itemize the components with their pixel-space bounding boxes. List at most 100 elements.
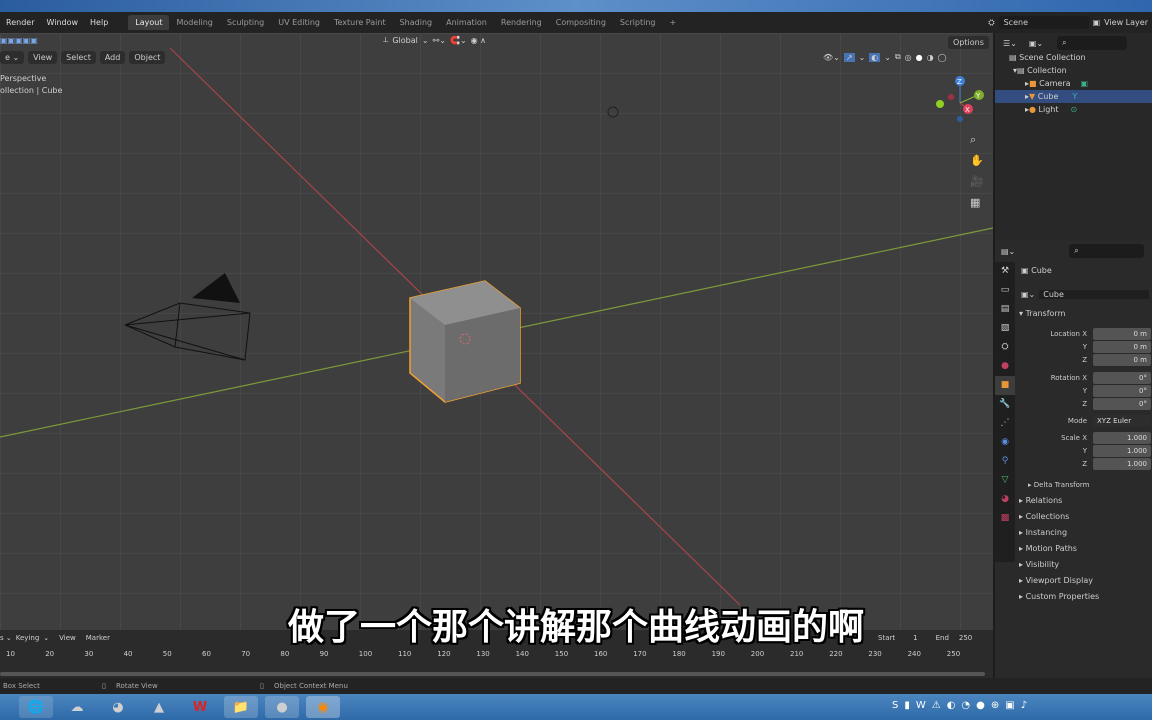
frame-tick-label: 10 xyxy=(6,650,15,658)
pivot-icon[interactable]: ⚯⌄ xyxy=(433,36,446,45)
material-tab-icon[interactable]: ◕ xyxy=(995,490,1015,509)
panel-instancing[interactable]: ▸ Instancing xyxy=(1019,528,1067,537)
menu-select[interactable]: Select xyxy=(61,51,96,64)
tab-animation[interactable]: Animation xyxy=(439,15,494,30)
chrome-taskbar-icon[interactable]: 🌐 xyxy=(19,696,53,718)
scale-z-field[interactable]: 1.000 xyxy=(1093,458,1151,470)
scene-selector[interactable]: Scene xyxy=(998,16,1089,29)
data-tab-icon[interactable]: ▽ xyxy=(995,471,1015,490)
ortho-grid-icon[interactable]: ▦ xyxy=(970,192,984,213)
shading-wireframe-icon[interactable]: ◎ xyxy=(905,53,912,62)
tab-shading[interactable]: Shading xyxy=(393,15,440,30)
tool-tab-icon[interactable]: ⚒ xyxy=(995,262,1015,281)
outliner-collection[interactable]: ▾ ▤ Collection xyxy=(1013,64,1067,77)
rotation-z-field[interactable]: 0° xyxy=(1093,398,1151,410)
scene-canvas[interactable]: Z Y X xyxy=(0,33,993,630)
obs-taskbar-icon[interactable]: ● xyxy=(265,696,299,718)
outliner-scene-collection[interactable]: ▤ Scene Collection xyxy=(1009,51,1086,64)
add-workspace-button[interactable]: + xyxy=(662,15,683,30)
object-type-icon[interactable]: ▣⌄ xyxy=(1021,290,1035,299)
panel-relations[interactable]: ▸ Relations xyxy=(1019,496,1062,505)
tab-rendering[interactable]: Rendering xyxy=(494,15,549,30)
colorful-app-taskbar-icon[interactable]: ◕ xyxy=(101,696,135,718)
delta-transform-subpanel[interactable]: ▸ Delta Transform xyxy=(1028,481,1089,489)
tab-layout[interactable]: Layout xyxy=(128,15,170,30)
outliner-item-cube[interactable]: ▸ ▼ Cube Y xyxy=(995,90,1152,103)
camera-view-icon[interactable]: 🎥 xyxy=(970,171,984,192)
3d-viewport[interactable]: Z Y X ▣▣▣▣▣ ⟂ Global ⌄ ⚯⌄ 🧲⌄ ◉ ∧ e ⌄ View… xyxy=(0,33,993,630)
pan-hand-icon[interactable]: ✋ xyxy=(970,150,984,171)
zoom-icon[interactable]: ⌕ xyxy=(970,129,984,150)
tab-scripting[interactable]: Scripting xyxy=(613,15,663,30)
properties-search[interactable]: ⌕ xyxy=(1069,244,1145,258)
transform-panel-header[interactable]: ▾ Transform xyxy=(1019,309,1065,318)
overlay-toggle-icon[interactable]: ◐ xyxy=(869,52,881,62)
filter-icon[interactable]: ▣⌄ xyxy=(1029,39,1043,48)
menu-view[interactable]: View xyxy=(28,51,58,64)
shading-rendered-icon[interactable]: ◯ xyxy=(938,53,947,62)
editor-type-icon[interactable]: ▤⌄ xyxy=(1001,247,1015,256)
transform-orientation-select[interactable]: Global xyxy=(392,36,418,45)
shading-material-icon[interactable]: ◑ xyxy=(927,53,934,62)
outliner-item-camera[interactable]: ▸ ■ Camera ▣ xyxy=(1025,77,1088,90)
scale-x-field[interactable]: 1.000 xyxy=(1093,432,1151,444)
proportional-edit-icon[interactable]: ◉ ∧ xyxy=(471,36,486,45)
file-explorer-taskbar-icon[interactable]: 📁 xyxy=(224,696,258,718)
display-mode-icon[interactable]: ☰⌄ xyxy=(1003,39,1017,48)
menu-window[interactable]: Window xyxy=(40,18,84,27)
xray-icon[interactable]: ⧉ xyxy=(895,52,901,62)
menu-help[interactable]: Help xyxy=(84,18,114,27)
view-layer-tab-icon[interactable]: ▧ xyxy=(995,319,1015,338)
menu-render[interactable]: Render xyxy=(0,18,40,27)
scene-icon[interactable]: ⛭ xyxy=(988,18,994,28)
menu-object[interactable]: Object xyxy=(129,51,166,64)
modifier-tab-icon[interactable]: 🔧 xyxy=(995,395,1015,414)
shading-solid-icon[interactable]: ● xyxy=(916,53,923,62)
timeline-scrollbar[interactable] xyxy=(0,672,985,676)
frame-ruler[interactable]: 10 20 30 40 50 60 70 80 90 100 110 120 130 140 150 160 1… xyxy=(0,650,993,662)
panel-collections[interactable]: ▸ Collections xyxy=(1019,512,1069,521)
rotation-y-field[interactable]: 0° xyxy=(1093,385,1151,397)
interaction-mode-select[interactable]: e ⌄ xyxy=(0,51,25,64)
menu-add[interactable]: Add xyxy=(99,51,126,64)
visibility-icon[interactable]: 👁⌄ xyxy=(823,53,840,62)
select-mode-icons[interactable]: ▣▣▣▣▣ xyxy=(0,36,38,45)
render-tab-icon[interactable]: ▭ xyxy=(995,281,1015,300)
snap-icon[interactable]: 🧲⌄ xyxy=(450,36,467,45)
wps-taskbar-icon[interactable]: W xyxy=(183,696,217,718)
location-y-field[interactable]: 0 m xyxy=(1093,341,1151,353)
view-layer-selector[interactable]: View Layer xyxy=(1104,18,1152,27)
world-tab-icon[interactable]: ● xyxy=(995,357,1015,376)
panel-viewport-display[interactable]: ▸ Viewport Display xyxy=(1019,576,1093,585)
tab-texture-paint[interactable]: Texture Paint xyxy=(327,15,393,30)
rotation-mode-select[interactable]: XYZ Euler xyxy=(1093,415,1151,427)
view-info-collection: ollection | Cube xyxy=(0,86,63,95)
tab-compositing[interactable]: Compositing xyxy=(549,15,613,30)
scale-y-field[interactable]: 1.000 xyxy=(1093,445,1151,457)
gizmo-toggle-icon[interactable]: ↗ xyxy=(843,52,855,62)
view-layer-icon[interactable]: ▣ xyxy=(1093,18,1101,27)
physics-tab-icon[interactable]: ◉ xyxy=(995,433,1015,452)
rotation-x-field[interactable]: 0° xyxy=(1093,372,1151,384)
outliner-search[interactable]: ⌕ xyxy=(1057,36,1128,50)
texture-tab-icon[interactable]: ▩ xyxy=(995,509,1015,528)
panel-motion-paths[interactable]: ▸ Motion Paths xyxy=(1019,544,1077,553)
system-tray-icons[interactable]: S▮W⚠◐◔●⊕▣♪ xyxy=(892,700,1033,711)
tab-sculpting[interactable]: Sculpting xyxy=(220,15,271,30)
object-name-field[interactable]: Cube xyxy=(1039,290,1150,299)
particles-tab-icon[interactable]: ⋰ xyxy=(995,414,1015,433)
blender-taskbar-icon[interactable]: ◉ xyxy=(306,696,340,718)
vlc-taskbar-icon[interactable]: ▲ xyxy=(142,696,176,718)
output-tab-icon[interactable]: ▤ xyxy=(995,300,1015,319)
location-z-field[interactable]: 0 m xyxy=(1093,354,1151,366)
object-tab-icon[interactable]: ■ xyxy=(995,376,1015,395)
constraints-tab-icon[interactable]: ⚲ xyxy=(995,452,1015,471)
tab-uv-editing[interactable]: UV Editing xyxy=(271,15,327,30)
outliner-item-light[interactable]: ▸ ● Light ⊙ xyxy=(1025,103,1077,116)
options-button[interactable]: Options xyxy=(948,36,989,49)
location-x-field[interactable]: 0 m xyxy=(1093,328,1151,340)
scene-tab-icon[interactable]: ⛭ xyxy=(995,338,1015,357)
tab-modeling[interactable]: Modeling xyxy=(169,15,219,30)
baidu-netdisk-taskbar-icon[interactable]: ☁ xyxy=(60,696,94,718)
panel-visibility[interactable]: ▸ Visibility xyxy=(1019,560,1059,569)
